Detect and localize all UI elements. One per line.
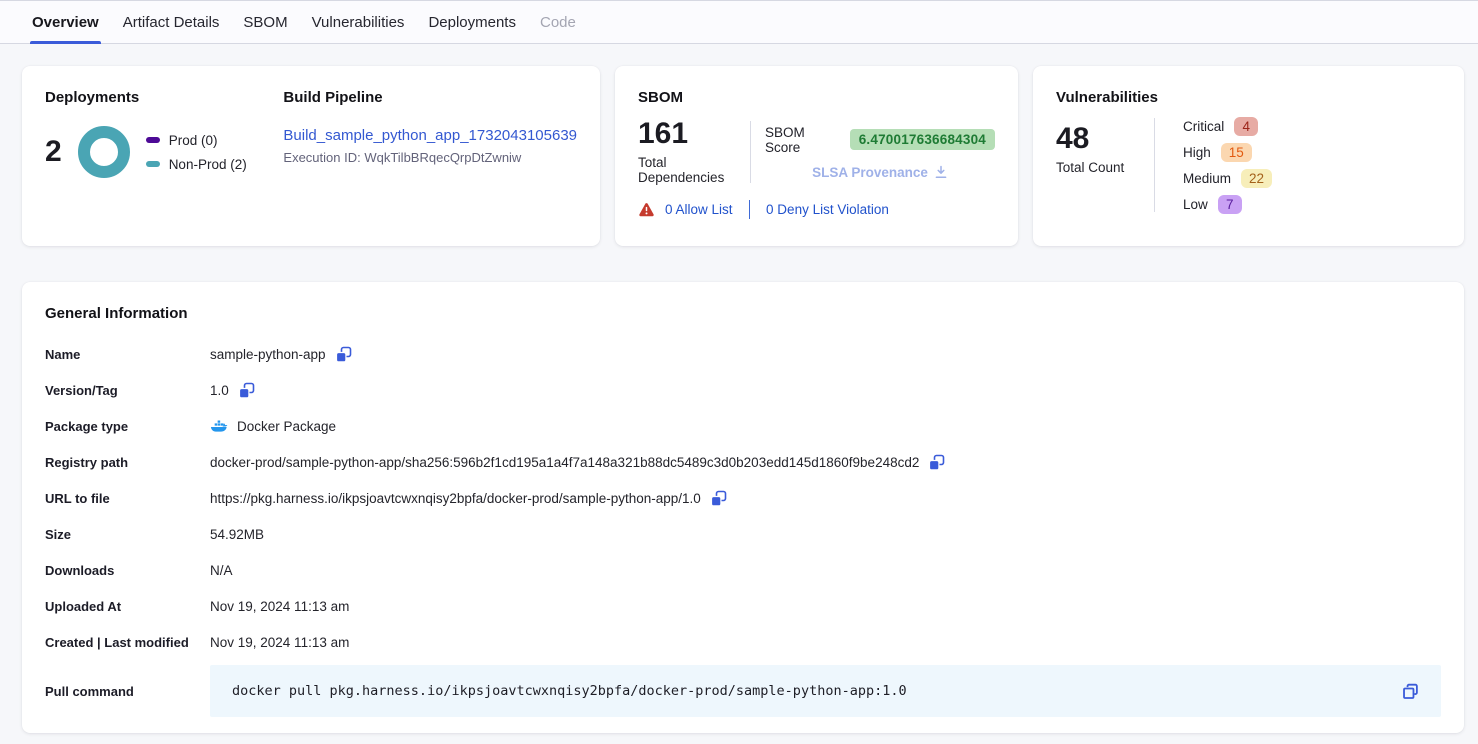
- tab-artifact-details[interactable]: Artifact Details: [123, 1, 220, 43]
- general-information-card: General Information Name sample-python-a…: [22, 282, 1464, 733]
- info-row-downloads: Downloads N/A: [45, 552, 1441, 588]
- copy-outline-icon[interactable]: [1402, 683, 1419, 700]
- info-row-name: Name sample-python-app: [45, 336, 1441, 372]
- name-label: Name: [45, 347, 210, 362]
- tab-deployments[interactable]: Deployments: [428, 1, 516, 43]
- tab-vulnerabilities[interactable]: Vulnerabilities: [312, 1, 405, 43]
- name-value: sample-python-app: [210, 347, 326, 362]
- created-modified-value: Nov 19, 2024 11:13 am: [210, 635, 349, 650]
- version-value: 1.0: [210, 383, 229, 398]
- info-row-size: Size 54.92MB: [45, 516, 1441, 552]
- tab-bar: Overview Artifact Details SBOM Vulnerabi…: [0, 0, 1478, 44]
- downloads-label: Downloads: [45, 563, 210, 578]
- registry-path-label: Registry path: [45, 455, 210, 470]
- medium-label: Medium: [1183, 171, 1231, 186]
- registry-path-value: docker-prod/sample-python-app/sha256:596…: [210, 455, 919, 470]
- copy-icon[interactable]: [710, 490, 727, 507]
- divider: [749, 200, 751, 219]
- tab-code: Code: [540, 1, 576, 43]
- pull-command-label: Pull command: [45, 684, 210, 699]
- tab-sbom[interactable]: SBOM: [243, 1, 287, 43]
- created-modified-label: Created | Last modified: [45, 635, 210, 650]
- copy-icon[interactable]: [238, 382, 255, 399]
- version-label: Version/Tag: [45, 383, 210, 398]
- info-row-registry-path: Registry path docker-prod/sample-python-…: [45, 444, 1441, 480]
- medium-count-badge: 22: [1241, 169, 1272, 188]
- critical-label: Critical: [1183, 119, 1224, 134]
- download-icon: [934, 165, 948, 179]
- sbom-score-label: SBOM Score: [765, 125, 841, 155]
- sbom-title: SBOM: [638, 89, 995, 106]
- divider: [1154, 118, 1155, 212]
- sbom-card: SBOM 161 Total Dependencies SBOM Score 6…: [615, 66, 1018, 246]
- divider: [750, 121, 751, 183]
- sbom-score-badge: 6.470017636684304: [850, 129, 995, 150]
- size-value: 54.92MB: [210, 527, 264, 542]
- general-information-title: General Information: [45, 305, 1441, 322]
- vulnerabilities-total: 48: [1056, 124, 1154, 154]
- info-row-pull-command: Pull command docker pull pkg.harness.io/…: [45, 665, 1441, 717]
- legend-item-prod: Prod (0): [146, 133, 247, 148]
- vulnerabilities-title: Vulnerabilities: [1056, 89, 1441, 106]
- deployments-section: Deployments 2 Prod (0) Non-Prod (2): [45, 89, 260, 223]
- package-type-value: Docker Package: [237, 419, 336, 434]
- deployments-title: Deployments: [45, 89, 260, 106]
- package-type-label: Package type: [45, 419, 210, 434]
- deployments-total: 2: [45, 137, 62, 167]
- info-row-url: URL to file https://pkg.harness.io/ikpsj…: [45, 480, 1441, 516]
- copy-icon[interactable]: [335, 346, 352, 363]
- legend-item-nonprod: Non-Prod (2): [146, 157, 247, 172]
- build-pipeline-section: Build Pipeline Build_sample_python_app_1…: [260, 89, 577, 223]
- slsa-provenance-label: SLSA Provenance: [812, 165, 928, 180]
- info-row-created-modified: Created | Last modified Nov 19, 2024 11:…: [45, 624, 1441, 660]
- vulnerabilities-card: Vulnerabilities 48 Total Count Critical …: [1033, 66, 1464, 246]
- pull-command-box: docker pull pkg.harness.io/ikpsjoavtcwxn…: [210, 665, 1441, 717]
- execution-id: Execution ID: WqkTilbBRqecQrpDtZwniw: [283, 150, 577, 165]
- slsa-provenance-link[interactable]: SLSA Provenance: [812, 165, 948, 180]
- severity-row-high: High 15: [1183, 142, 1272, 162]
- tab-overview[interactable]: Overview: [32, 1, 99, 43]
- pull-command-value: docker pull pkg.harness.io/ikpsjoavtcwxn…: [232, 683, 907, 699]
- sbom-total-label: Total Dependencies: [638, 155, 750, 185]
- docker-icon: [210, 419, 228, 433]
- severity-row-critical: Critical 4: [1183, 116, 1272, 136]
- build-pipeline-title: Build Pipeline: [283, 89, 577, 106]
- prod-label: Prod (0): [169, 133, 218, 148]
- url-label: URL to file: [45, 491, 210, 506]
- artifact-overview-page: Overview Artifact Details SBOM Vulnerabi…: [0, 0, 1478, 744]
- info-row-uploaded-at: Uploaded At Nov 19, 2024 11:13 am: [45, 588, 1441, 624]
- downloads-value: N/A: [210, 563, 233, 578]
- severity-list: Critical 4 High 15 Medium 22 Low 7: [1169, 116, 1272, 214]
- copy-icon[interactable]: [928, 454, 945, 471]
- high-label: High: [1183, 145, 1211, 160]
- vulnerabilities-total-label: Total Count: [1056, 160, 1154, 175]
- deny-list-link[interactable]: 0 Deny List Violation: [766, 202, 889, 217]
- severity-row-low: Low 7: [1183, 194, 1272, 214]
- url-value: https://pkg.harness.io/ikpsjoavtcwxnqisy…: [210, 491, 701, 506]
- info-row-package-type: Package type Docker Package: [45, 408, 1441, 444]
- low-count-badge: 7: [1218, 195, 1242, 214]
- low-label: Low: [1183, 197, 1208, 212]
- prod-swatch: [146, 137, 160, 143]
- info-row-version: Version/Tag 1.0: [45, 372, 1441, 408]
- allow-list-link[interactable]: 0 Allow List: [665, 202, 733, 217]
- critical-count-badge: 4: [1234, 117, 1258, 136]
- severity-row-medium: Medium 22: [1183, 168, 1272, 188]
- nonprod-label: Non-Prod (2): [169, 157, 247, 172]
- deployments-donut-chart: [78, 126, 130, 178]
- uploaded-at-value: Nov 19, 2024 11:13 am: [210, 599, 349, 614]
- uploaded-at-label: Uploaded At: [45, 599, 210, 614]
- nonprod-swatch: [146, 161, 160, 167]
- deployments-legend: Prod (0) Non-Prod (2): [146, 133, 247, 172]
- sbom-total: 161: [638, 119, 750, 149]
- size-label: Size: [45, 527, 210, 542]
- pipeline-link[interactable]: Build_sample_python_app_1732043105639: [283, 127, 577, 144]
- deployments-card: Deployments 2 Prod (0) Non-Prod (2) Buil…: [22, 66, 600, 246]
- warning-icon: [638, 202, 655, 218]
- high-count-badge: 15: [1221, 143, 1252, 162]
